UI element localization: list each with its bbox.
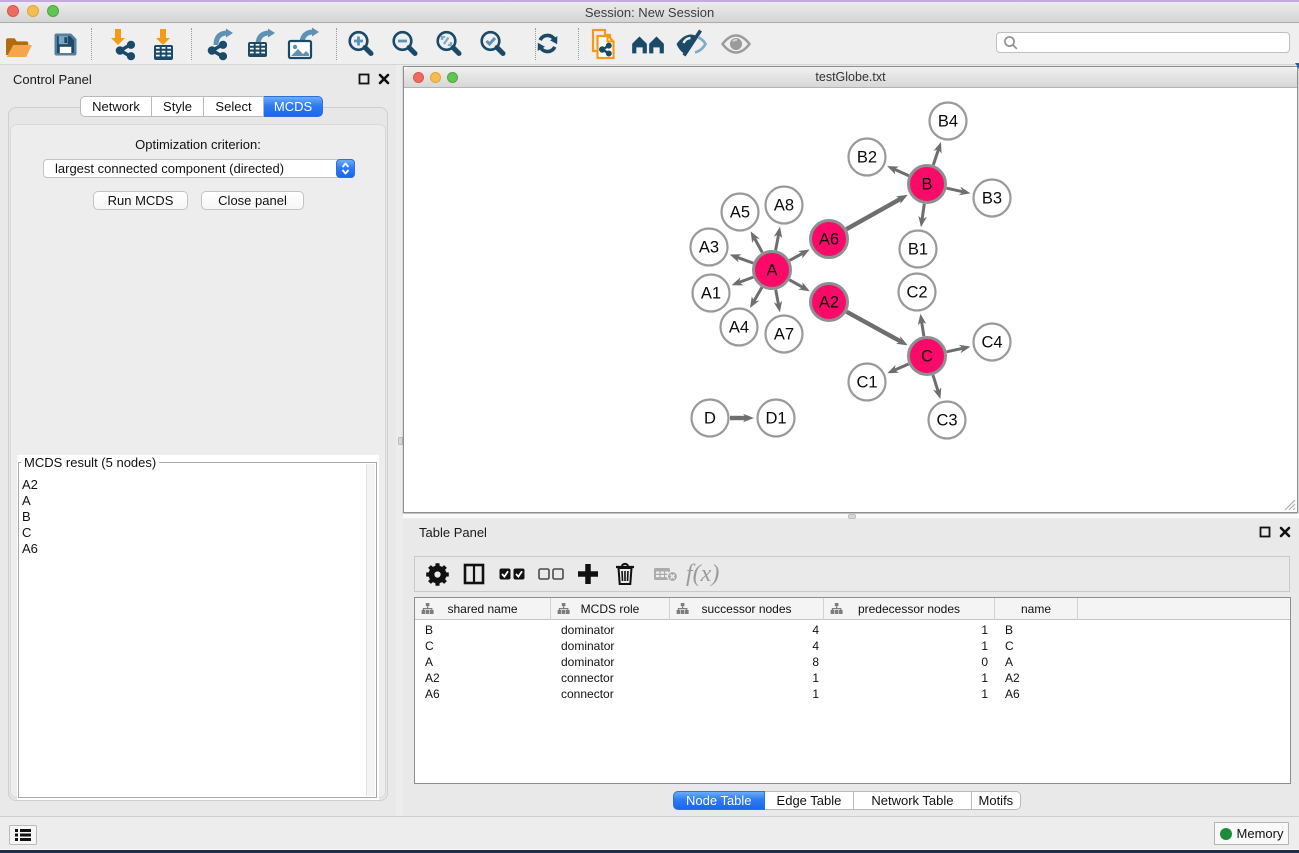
svg-text:A3: A3 <box>699 239 719 257</box>
svg-text:A4: A4 <box>729 319 749 337</box>
svg-text:A7: A7 <box>774 326 794 344</box>
svg-text:A6: A6 <box>819 231 839 249</box>
svg-text:B: B <box>921 176 932 194</box>
svg-text:C: C <box>921 348 933 366</box>
svg-text:D1: D1 <box>765 410 786 428</box>
svg-text:A5: A5 <box>730 204 750 222</box>
svg-text:C2: C2 <box>906 284 927 302</box>
svg-text:A1: A1 <box>701 285 721 303</box>
svg-text:C1: C1 <box>856 374 877 392</box>
svg-text:B4: B4 <box>938 113 958 131</box>
svg-text:B3: B3 <box>982 190 1002 208</box>
svg-text:B2: B2 <box>857 149 877 167</box>
svg-text:B1: B1 <box>908 241 928 259</box>
svg-text:A2: A2 <box>819 294 839 312</box>
svg-text:A8: A8 <box>774 197 794 215</box>
svg-text:C3: C3 <box>936 412 957 430</box>
svg-text:C4: C4 <box>981 334 1002 352</box>
svg-text:D: D <box>704 410 716 428</box>
svg-text:A: A <box>766 262 777 280</box>
